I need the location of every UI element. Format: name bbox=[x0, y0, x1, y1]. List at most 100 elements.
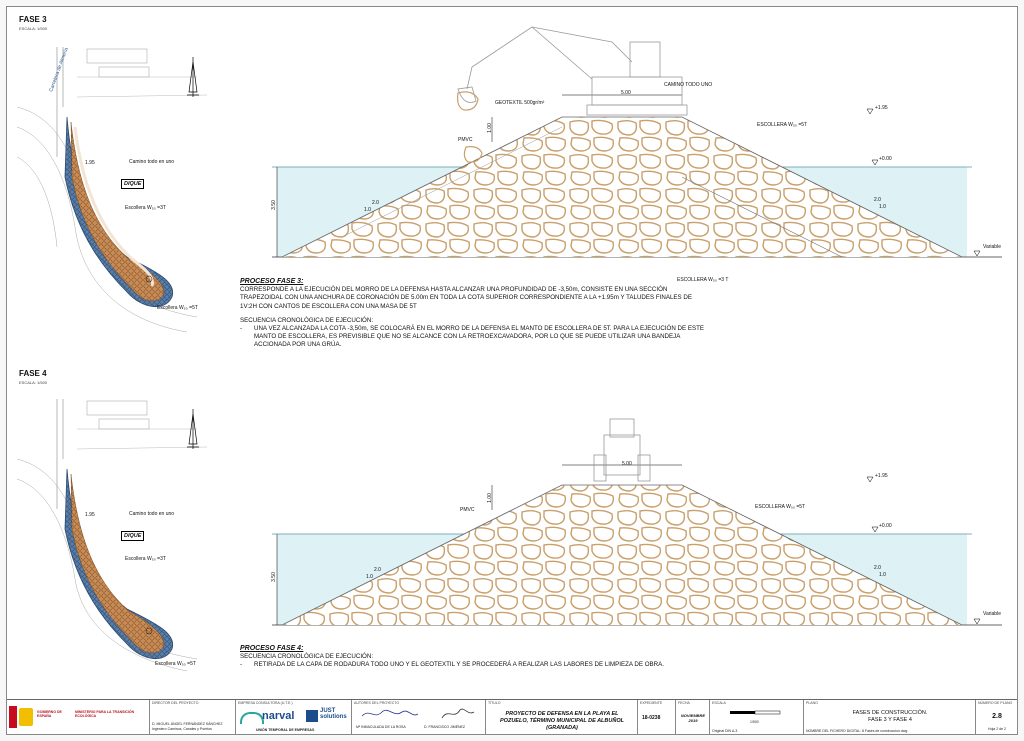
title-block: GOBIERNO DE ESPAÑA MINISTERIO PARA LA TR… bbox=[7, 699, 1017, 734]
fase3-title: FASE 3 bbox=[19, 15, 47, 24]
fase3-slope-v-right: 1.0 bbox=[879, 204, 886, 210]
tb-company: EMPRESA CONSULTORA (U.T.E.) narval JUST … bbox=[235, 700, 351, 734]
tb-number: NÚMERO DE PLANO 2.8 Hoja 2 de 2 bbox=[975, 700, 1017, 734]
fase3-pmvc-label: PMVC bbox=[458, 137, 473, 143]
tb-project: TÍTULO PROYECTO DE DEFENSA EN LA PLAYA E… bbox=[485, 700, 637, 734]
fase3-sequence-item-text: UNA VEZ ALCANZADA LA COTA -3,50m, SE COL… bbox=[254, 325, 704, 349]
tb-date-head: FECHA bbox=[678, 701, 690, 705]
just-logo-icon bbox=[306, 710, 318, 722]
fase3-scale: ESCALA: 1/500 bbox=[19, 26, 48, 31]
fase3-escollera5-section: ESCOLLERA W₅₀ =5T bbox=[757, 122, 808, 128]
fase4-variable-label: Variable bbox=[983, 611, 1001, 617]
fase4-level-zero: +0.00 bbox=[879, 523, 892, 529]
tb-gov-line1: GOBIERNO DE ESPAÑA bbox=[37, 710, 62, 718]
fase4-process-title: PROCESO FASE 4: bbox=[240, 645, 304, 652]
fase3-level-zero: +0.00 bbox=[879, 156, 892, 162]
fase3-camino-label: CAMINO TODO UNO bbox=[664, 82, 713, 88]
fase3-road-label: Camino todo en uno bbox=[129, 159, 175, 165]
tb-project-head: TÍTULO bbox=[488, 701, 501, 705]
narval-logo-icon bbox=[240, 712, 264, 724]
fase3-description: CORRESPONDE A LA EJECUCIÓN DEL MORRO DE … bbox=[240, 286, 692, 310]
tb-sheet-value: Hoja 2 de 2 bbox=[988, 727, 1006, 731]
fase3-geotextil-label: GEOTEXTIL 500gr/m² bbox=[495, 100, 545, 106]
fase4-dique-label: DIQUE bbox=[121, 531, 145, 541]
tb-company-just: JUST solutions bbox=[320, 708, 347, 720]
fase3-dique-label: DIQUE bbox=[121, 179, 145, 189]
tb-scale: ESCALA 1/500 Original DIN A-3 bbox=[709, 700, 803, 734]
fase3-cross-section bbox=[272, 26, 1002, 258]
fase3-slope-h-left: 2.0 bbox=[372, 200, 379, 206]
fase3-plan-view: Carretera de Almería bbox=[17, 47, 208, 333]
fase4-escollera3-label: Escollera W₅₀ =3T bbox=[125, 556, 166, 562]
fase3-escollera5-label: Escollera W₅₀ =5T bbox=[157, 305, 198, 311]
fase3-height-top: 1.00 bbox=[486, 123, 493, 133]
fase4-sequence-item: - RETIRADA DE LA CAPA DE RODADURA TODO U… bbox=[240, 661, 664, 669]
tb-scale-orig: Original DIN A-3 bbox=[712, 729, 738, 733]
tb-date: FECHA NOVIEMBRE 2019 bbox=[675, 700, 709, 734]
fase3-slope-v-left: 1.0 bbox=[364, 207, 371, 213]
tb-exp-value: 18-0238 bbox=[642, 715, 661, 721]
scale-bar-icon bbox=[730, 710, 781, 715]
fase4-pmvc-label: PMVC bbox=[460, 507, 475, 513]
fase3-sequence-item: - UNA VEZ ALCANZADA LA COTA -3,50m, SE C… bbox=[240, 325, 710, 350]
excavator-front-icon bbox=[593, 418, 651, 482]
fase4-escollera5-section: ESCOLLERA W₅₀ =5T bbox=[755, 504, 806, 510]
tb-plano-head: PLANO bbox=[806, 701, 818, 705]
fase4-road-label: Camino todo en uno bbox=[129, 511, 175, 517]
tb-government: GOBIERNO DE ESPAÑA MINISTERIO PARA LA TR… bbox=[7, 700, 149, 734]
tb-authors-head: AUTORES DEL PROYECTO bbox=[354, 701, 400, 705]
fase4-height-depth: 3.50 bbox=[270, 572, 277, 582]
fase4-sequence-title: SECUENCIA CRONOLÓGICA DE EJECUCIÓN: bbox=[240, 653, 374, 661]
fase4-slope-v-left: 1.0 bbox=[366, 574, 373, 580]
fase4-width-label: 5.00 bbox=[622, 461, 632, 467]
tb-author1: Mª INMACULADA DE LA ROSA bbox=[356, 725, 406, 729]
fase3-process-title: PROCESO FASE 3: bbox=[240, 278, 304, 285]
tb-director: DIRECTOR DEL PROYECTO D. MIGUEL ÁNGEL FE… bbox=[149, 700, 235, 734]
tb-exp-head: EXPEDIENTE bbox=[640, 701, 663, 705]
fase4-cross-section bbox=[272, 418, 1002, 626]
fase4-slope-h-left: 2.0 bbox=[374, 567, 381, 573]
fase3-level-top: +1.95 bbox=[875, 105, 888, 111]
fase3-escollera3-label: Escollera W₅₀ =3T bbox=[125, 205, 166, 211]
tb-company-head: EMPRESA CONSULTORA (U.T.E.) bbox=[238, 701, 293, 705]
tb-num-value: 2.8 bbox=[992, 713, 1002, 720]
tb-company-ute: UNIÓN TEMPORAL DE EMPRESAS bbox=[256, 728, 315, 732]
tb-scale-head: ESCALA bbox=[712, 701, 726, 705]
fase4-level-top: +1.95 bbox=[875, 473, 888, 479]
tb-director-role: Ingeniero Caminos, Canales y Puertos bbox=[152, 727, 212, 731]
tb-plano-title2: FASE 3 Y FASE 4 bbox=[868, 717, 912, 723]
fase4-title: FASE 4 bbox=[19, 369, 47, 378]
tb-author2: D. FRANCISCO JIMÉNEZ bbox=[424, 725, 466, 729]
tb-scale-value: 1/500 bbox=[750, 720, 759, 724]
fase4-text: PROCESO FASE 4: SECUENCIA CRONOLÓGICA DE… bbox=[240, 645, 710, 670]
fase3-sequence-title: SECUENCIA CRONOLÓGICA DE EJECUCIÓN: bbox=[240, 316, 374, 324]
tb-authors: AUTORES DEL PROYECTO Mª INMACULADA DE LA… bbox=[351, 700, 485, 734]
tb-project-title: PROYECTO DE DEFENSA EN LA PLAYA EL POZUE… bbox=[500, 711, 624, 731]
tb-expediente: EXPEDIENTE 18-0238 bbox=[637, 700, 675, 734]
fase3-variable-label: Variable bbox=[983, 244, 1001, 250]
fase4-plan-view bbox=[17, 399, 208, 672]
fase4-slope-h-right: 2.0 bbox=[874, 565, 881, 571]
coat-of-arms-icon bbox=[19, 708, 33, 726]
fase3-width-label: 5.00 bbox=[621, 90, 631, 96]
fase3-text: PROCESO FASE 3: CORRESPONDE A LA EJECUCI… bbox=[240, 278, 710, 350]
author-signatures bbox=[361, 708, 475, 719]
fase4-escollera5-label: Escollera W₅₀ =5T bbox=[155, 661, 196, 667]
tb-plano: PLANO FASES DE CONSTRUCCIÓN. FASE 3 Y FA… bbox=[803, 700, 975, 734]
tb-num-head: NÚMERO DE PLANO bbox=[978, 701, 1013, 705]
tb-gov-line2: MINISTERIO PARA LA TRANSICIÓN ECOLÓGICA bbox=[75, 710, 135, 718]
fase3-height-depth: 3.50 bbox=[270, 200, 277, 210]
fase3-point-label: 1.95 bbox=[85, 160, 95, 166]
fase4-point-label: 1.95 bbox=[85, 512, 95, 518]
excavator-icon bbox=[457, 26, 688, 116]
fase4-sequence-item-text: RETIRADA DE LA CAPA DE RODADURA TODO UNO… bbox=[254, 661, 664, 669]
fase4-scale: ESCALA: 1/500 bbox=[19, 380, 48, 385]
spain-flag-icon bbox=[9, 706, 17, 728]
tb-company-narval: narval bbox=[262, 710, 295, 722]
fase4-slope-v-right: 1.0 bbox=[879, 572, 886, 578]
tb-director-name: D. MIGUEL ÁNGEL FERNÁNDEZ SÁNCHEZ bbox=[152, 722, 223, 726]
tb-date-value: NOVIEMBRE 2019 bbox=[680, 713, 706, 723]
tb-plano-title1: FASES DE CONSTRUCCIÓN. bbox=[852, 710, 928, 716]
fase3-street-label: Carretera de Almería bbox=[48, 47, 70, 93]
drawing-sheet: FASE 3 ESCALA: 1/500 Carretera de Almerí… bbox=[6, 6, 1018, 735]
